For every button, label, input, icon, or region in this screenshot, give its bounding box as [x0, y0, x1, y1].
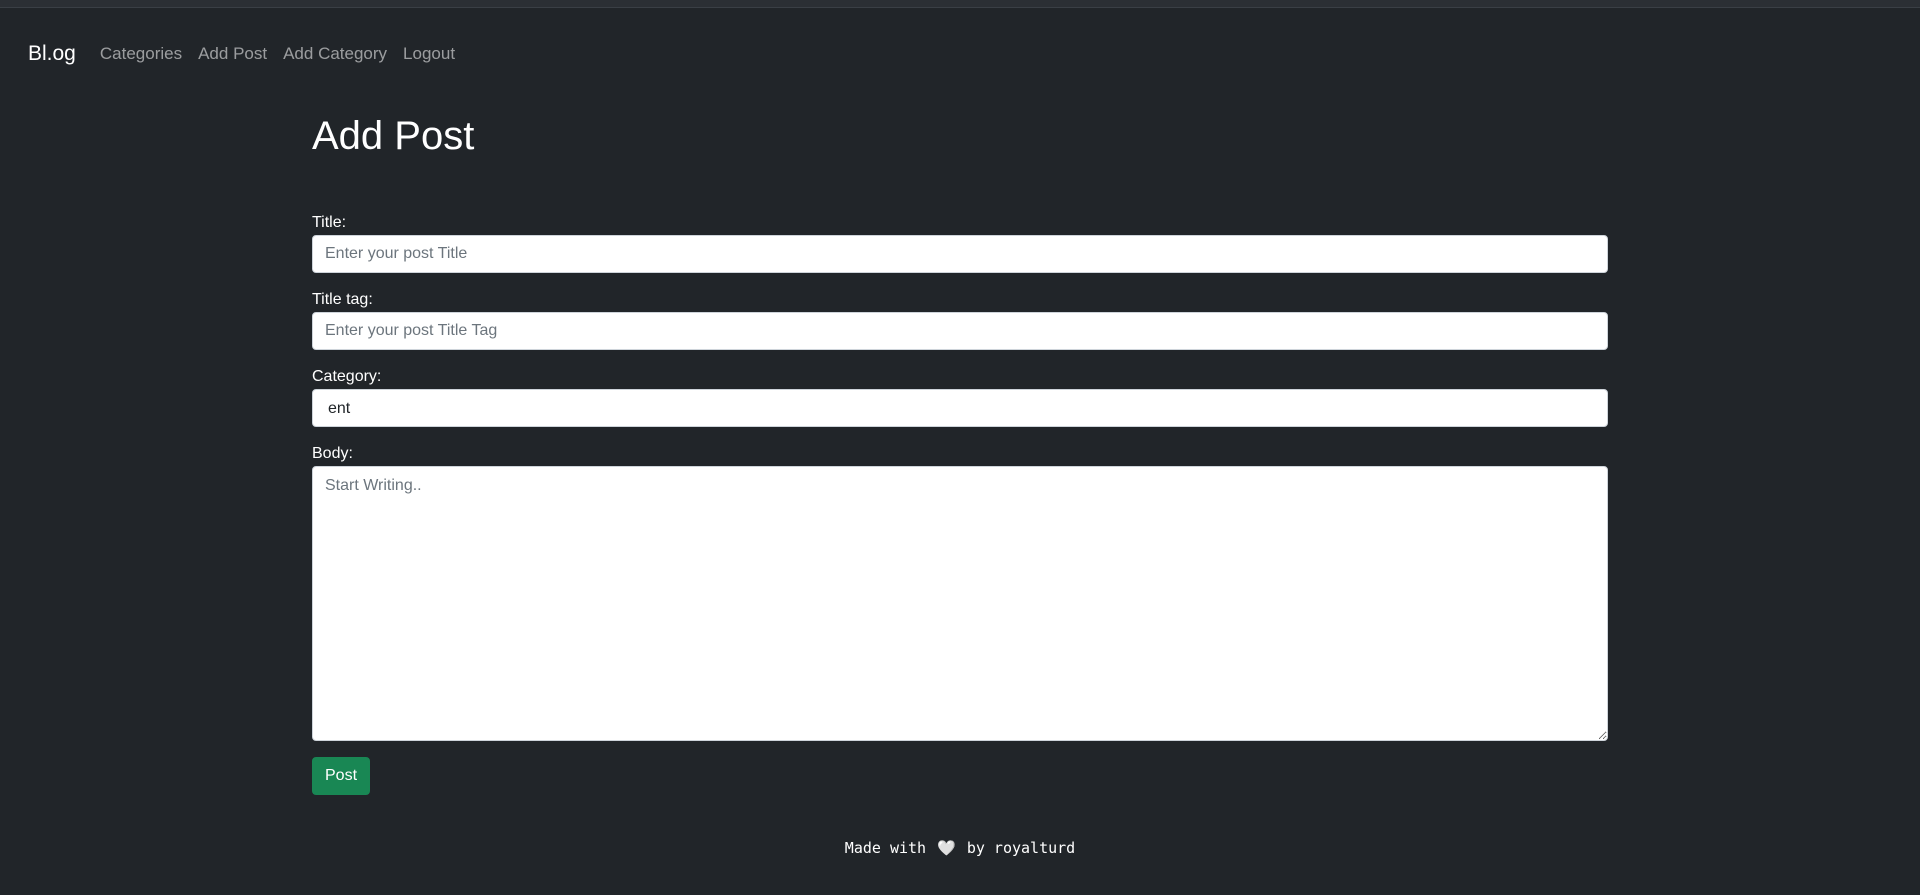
- footer-suffix: by royalturd: [966, 839, 1076, 857]
- title-tag-group: Title tag:: [312, 291, 1608, 350]
- category-group: Category: ent: [312, 368, 1608, 427]
- nav-link-logout[interactable]: Logout: [403, 44, 455, 64]
- nav-link-add-category[interactable]: Add Category: [283, 44, 387, 64]
- nav-link-add-post[interactable]: Add Post: [198, 44, 267, 64]
- title-tag-label: Title tag:: [312, 291, 373, 308]
- body-textarea[interactable]: [312, 466, 1608, 741]
- page-title: Add Post: [312, 114, 475, 158]
- category-label: Category:: [312, 368, 382, 385]
- title-input[interactable]: [312, 235, 1608, 273]
- post-button[interactable]: Post: [312, 757, 371, 795]
- body-group: Body:: [312, 445, 1608, 741]
- title-tag-input[interactable]: [312, 312, 1608, 350]
- category-select[interactable]: ent: [312, 389, 1608, 427]
- heart-icon: 🤍: [937, 839, 956, 857]
- add-post-form: Title: Title tag: Category: ent Body: Po…: [312, 214, 1608, 795]
- main-container: Add Post Title: Title tag: Category: ent…: [312, 100, 1608, 795]
- footer-prefix: Made with: [844, 839, 927, 857]
- title-group: Title:: [312, 214, 1608, 273]
- body-label: Body:: [312, 445, 353, 462]
- brand-link[interactable]: Bl.og: [28, 42, 76, 66]
- title-label: Title:: [312, 214, 347, 231]
- footer: Made with 🤍 by royalturd: [0, 839, 1920, 857]
- window-top-strip: [0, 0, 1920, 8]
- nav-link-categories[interactable]: Categories: [100, 44, 182, 64]
- navbar: Bl.og Categories Add Post Add Category L…: [0, 38, 1920, 70]
- nav-links: Categories Add Post Add Category Logout: [88, 44, 459, 64]
